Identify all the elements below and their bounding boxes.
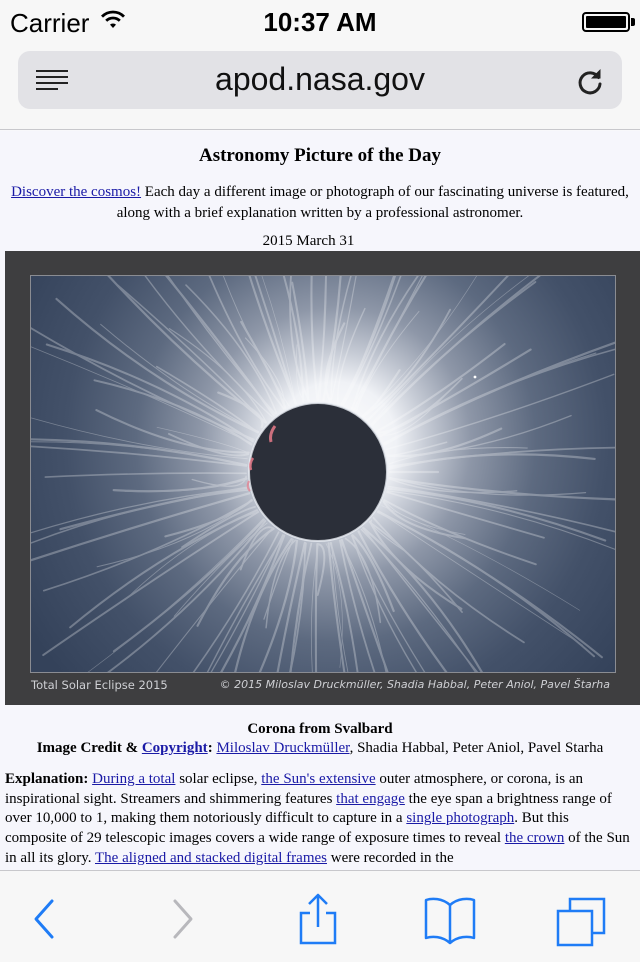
image-title: Corona from Svalbard [247,721,393,737]
status-time: 10:37 AM [263,7,377,37]
discover-cosmos-link[interactable]: Discover the cosmos! [11,184,141,200]
battery-level [586,16,626,28]
bookmarks-book-icon[interactable] [420,891,480,947]
explanation-link[interactable]: single photograph [406,810,514,826]
apod-date: 2015 March 31 [262,233,355,249]
explanation-label: Explanation: [5,771,93,787]
back-chevron-icon[interactable] [14,891,74,947]
battery-icon [582,12,630,32]
copyright-link[interactable]: Copyright [142,740,208,756]
credit-other-authors: , Shadia Habbal, Peter Aniol, Pavel Star… [349,740,604,756]
apod-image-corona[interactable] [30,275,616,673]
browser-toolbar [0,870,640,962]
explanation-link[interactable]: The aligned and stacked digital frames [95,850,327,866]
apod-image-frame[interactable]: Total Solar Eclipse 2015 © 2015 Miloslav… [5,251,640,705]
image-caption-title: Total Solar Eclipse 2015 [31,678,168,692]
tabs-icon[interactable] [552,891,612,947]
explanation-text: solar eclipse, [175,771,262,787]
explanation-paragraph: Explanation: During a total solar eclips… [5,770,630,869]
share-icon[interactable] [288,891,348,947]
author-link-druckmuller[interactable]: Miloslav Druckmüller [216,740,349,756]
status-bar: Carrier 10:37 AM [0,0,640,40]
page-title: Astronomy Picture of the Day [198,145,442,166]
explanation-link[interactable]: that engage [336,791,405,807]
image-caption-copyright: © 2015 Miloslav Druckmüller, Shadia Habb… [219,678,610,691]
explanation-link[interactable]: the crown [505,830,565,846]
url-text[interactable]: apod.nasa.gov [18,61,622,98]
battery-tip [631,18,635,26]
address-bar[interactable]: apod.nasa.gov [18,51,622,109]
explanation-link[interactable]: During a total [92,771,175,787]
image-credit: Image Credit & Copyright: Miloslav Druck… [0,740,640,757]
reload-icon[interactable] [574,65,606,97]
corona-rays [31,276,615,672]
credit-label: Image Credit & [36,740,142,756]
forward-chevron-icon[interactable] [152,891,212,947]
intro-text: Each day a different image or photograph… [116,184,629,221]
web-page: Astronomy Picture of the Day Discover th… [0,131,640,870]
browser-address-area: apod.nasa.gov [0,40,640,130]
explanation-link[interactable]: the Sun's extensive [261,771,375,787]
explanation-text: were recorded in the [327,849,454,866]
intro-paragraph: Discover the cosmos! Each day a differen… [10,182,630,224]
